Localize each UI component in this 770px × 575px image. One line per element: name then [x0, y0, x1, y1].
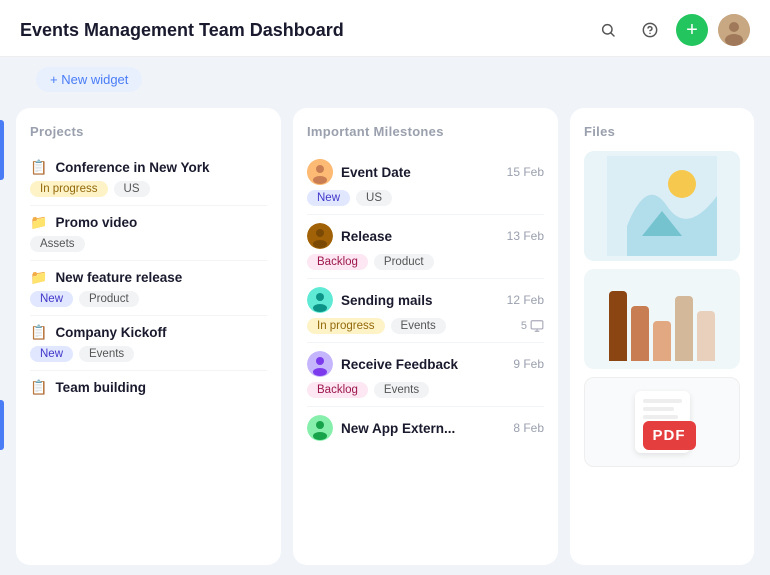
doc-icon: 📋 [30, 379, 47, 396]
file-thumbnail-pdf[interactable]: PDF [584, 377, 740, 467]
avatar[interactable] [718, 14, 750, 46]
tag: Product [374, 254, 434, 270]
milestone-avatar [307, 159, 333, 185]
milestone-date: 8 Feb [513, 421, 544, 435]
project-name: Team building [55, 380, 146, 395]
chart-bar [675, 296, 693, 361]
chart-bar [697, 311, 715, 361]
project-item: 📋 Team building [30, 371, 267, 409]
tag: In progress [307, 318, 385, 334]
folder-icon: 📁 [30, 214, 47, 231]
folder-icon: 📁 [30, 269, 47, 286]
projects-panel: Projects 📋 Conference in New York In pro… [16, 108, 281, 565]
header-actions: + [592, 14, 750, 46]
chart-bar [653, 321, 671, 361]
new-widget-button[interactable]: + New widget [36, 67, 142, 92]
milestone-avatar [307, 223, 333, 249]
add-button[interactable]: + [676, 14, 708, 46]
milestone-name: Release [341, 229, 392, 244]
project-name: Company Kickoff [55, 325, 166, 340]
milestone-name: Event Date [341, 165, 411, 180]
milestones-title: Important Milestones [307, 124, 544, 139]
tag: New [30, 291, 73, 307]
milestone-item: Receive Feedback 9 Feb Backlog Events [307, 343, 544, 407]
pdf-icon: PDF [643, 421, 696, 450]
file-thumbnail-1[interactable] [584, 151, 740, 261]
main-content: Projects 📋 Conference in New York In pro… [0, 98, 770, 575]
help-button[interactable] [634, 14, 666, 46]
doc-icon: 📋 [30, 324, 47, 341]
milestone-date: 12 Feb [507, 293, 544, 307]
left-accent-top [0, 120, 4, 180]
chart-bar [631, 306, 649, 361]
project-name: Conference in New York [55, 160, 209, 175]
milestone-date: 13 Feb [507, 229, 544, 243]
project-item: 📋 Company Kickoff New Events [30, 316, 267, 371]
search-button[interactable] [592, 14, 624, 46]
tag: Events [391, 318, 446, 334]
chart-bar [609, 291, 627, 361]
doc-icon: 📋 [30, 159, 47, 176]
milestone-avatar [307, 351, 333, 377]
milestone-item: Event Date 15 Feb New US [307, 151, 544, 215]
project-name: Promo video [55, 215, 137, 230]
milestone-name: Receive Feedback [341, 357, 458, 372]
milestone-date: 15 Feb [507, 165, 544, 179]
tag: US [114, 181, 150, 197]
tag: New [307, 190, 350, 206]
milestone-name: Sending mails [341, 293, 433, 308]
left-accent-bottom [0, 400, 4, 450]
milestone-item: Sending mails 12 Feb In progress Events … [307, 279, 544, 343]
tag: Backlog [307, 382, 368, 398]
tag: US [356, 190, 392, 206]
project-name: New feature release [55, 270, 182, 285]
file-thumbnail-chart[interactable] [584, 269, 740, 369]
milestone-item: Release 13 Feb Backlog Product [307, 215, 544, 279]
project-item: 📋 Conference in New York In progress US [30, 151, 267, 206]
tag: Events [79, 346, 134, 362]
files-panel: Files PDF [570, 108, 754, 565]
milestones-panel: Important Milestones Event Date 15 Feb N… [293, 108, 558, 565]
project-item: 📁 Promo video Assets [30, 206, 267, 261]
tag: In progress [30, 181, 108, 197]
count-badge: 5 [521, 319, 544, 333]
tag: Product [79, 291, 139, 307]
milestone-avatar [307, 287, 333, 313]
tag: Backlog [307, 254, 368, 270]
projects-title: Projects [30, 124, 267, 139]
page-title: Events Management Team Dashboard [20, 20, 344, 41]
files-title: Files [584, 124, 740, 139]
new-widget-area: + New widget [0, 57, 770, 98]
milestone-name: New App Extern... [341, 421, 455, 436]
project-item: 📁 New feature release New Product [30, 261, 267, 316]
milestone-date: 9 Feb [513, 357, 544, 371]
tag: Events [374, 382, 429, 398]
milestone-item: New App Extern... 8 Feb [307, 407, 544, 454]
header: Events Management Team Dashboard + [0, 0, 770, 57]
milestone-avatar [307, 415, 333, 441]
tag: New [30, 346, 73, 362]
tag: Assets [30, 236, 85, 252]
